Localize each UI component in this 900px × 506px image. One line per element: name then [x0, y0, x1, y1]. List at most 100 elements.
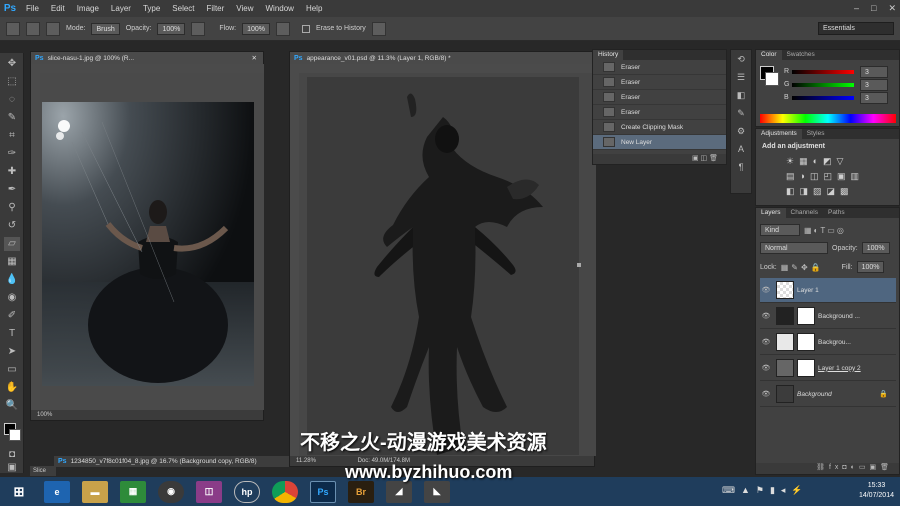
app-icon[interactable]: ◫ [196, 480, 222, 503]
red-value[interactable]: 3 [860, 65, 888, 78]
panel-icons[interactable]: ⟲ ☰ ◧ ✎ ⚙ A ¶ [731, 50, 751, 176]
tab-paths[interactable]: Paths [823, 208, 850, 218]
opacity-field[interactable]: 100% [157, 22, 186, 35]
maximize-button[interactable]: □ [871, 0, 876, 17]
canvas-area[interactable] [299, 73, 596, 456]
blue-value[interactable]: 3 [860, 91, 888, 104]
layer-row[interactable]: 👁 Background ... [760, 304, 896, 329]
hand-tool-icon[interactable]: ✋ [4, 381, 20, 395]
fill-field[interactable]: 100% [856, 261, 885, 273]
menu-layer[interactable]: Layer [105, 0, 137, 17]
layer-name[interactable]: Background [797, 391, 832, 398]
zoom-level[interactable]: 100% [37, 412, 52, 418]
layer-opacity-field[interactable]: 100% [861, 242, 890, 254]
menu-type[interactable]: Type [137, 0, 166, 17]
quick-mask-icon[interactable]: ◘ [4, 448, 20, 462]
history-item[interactable]: Eraser [593, 90, 726, 105]
mode-select[interactable]: Brush [91, 22, 120, 35]
type-tool-icon[interactable]: T [4, 327, 20, 341]
background-color-swatch[interactable] [9, 429, 21, 441]
history-item[interactable]: Eraser [593, 105, 726, 120]
lasso-tool-icon[interactable]: ◌ [4, 93, 20, 107]
screen-mode-icon[interactable]: ▣ [4, 461, 20, 475]
layers-footer-icons[interactable]: ⛓fx◘◐▭▣🗑 [756, 463, 899, 474]
bridge-taskbar-icon[interactable]: Br [348, 480, 374, 503]
blue-slider[interactable] [792, 95, 854, 100]
system-tray-icons[interactable]: ⌨▲⚑▮◂⚡ [722, 485, 809, 496]
zoom-tool-icon[interactable]: 🔍 [4, 399, 20, 413]
clock[interactable]: 15:33 14/07/2014 [859, 481, 894, 501]
start-button-icon[interactable]: ⊞ [6, 481, 32, 503]
background-color-chip[interactable] [765, 72, 779, 86]
tab-layers[interactable]: Layers [756, 208, 786, 218]
adjustment-icons[interactable]: ☀▦◐◩▽ ▤◑◫◰▣▥ ◧◨▨◪▩ [756, 154, 899, 199]
minimized-document[interactable]: Slice [30, 466, 56, 476]
menu-select[interactable]: Select [166, 0, 200, 17]
document-title-bar[interactable]: Ps slice-nasu-1.jpg @ 100% (R... ✕ [31, 52, 263, 64]
file-explorer-icon[interactable]: ▬ [82, 480, 108, 503]
zoom-level[interactable]: 11.28% [296, 458, 316, 464]
tab-adjustments[interactable]: Adjustments [756, 129, 802, 139]
menu-file[interactable]: File [20, 0, 45, 17]
red-slider[interactable] [792, 69, 854, 74]
flow-field[interactable]: 100% [242, 22, 270, 35]
brush-panel-icon[interactable] [46, 21, 60, 36]
layer-row[interactable]: 👁 Layer 1 [760, 278, 896, 303]
layer-name[interactable]: Backgrou... [818, 339, 851, 346]
menu-image[interactable]: Image [71, 0, 105, 17]
layer-row[interactable]: 👁 Background 🔒 [760, 382, 896, 407]
brush-size-icon[interactable] [26, 21, 40, 36]
history-footer-icons[interactable]: ▣ ◫ 🗑 [593, 154, 726, 164]
crop-tool-icon[interactable]: ⌗ [4, 129, 20, 143]
tab-color[interactable]: Color [756, 50, 782, 60]
visibility-eye-icon[interactable]: 👁 [760, 286, 772, 294]
close-button[interactable]: ✕ [888, 0, 896, 17]
tab-swatches[interactable]: Swatches [782, 50, 820, 60]
history-item-selected[interactable]: New Layer [593, 135, 726, 150]
pen-tool-icon[interactable]: ✐ [4, 309, 20, 323]
hp-icon[interactable]: hp [234, 480, 260, 503]
menu-view[interactable]: View [230, 0, 259, 17]
document-tab-minimized[interactable]: Ps 1234850_v7f8c01f04_8.jpg @ 16.7% (Bac… [54, 456, 289, 467]
pressure-opacity-icon[interactable] [191, 21, 206, 36]
layer-name[interactable]: Layer 1 copy 2 [818, 365, 861, 372]
color-spectrum-ramp[interactable] [760, 114, 896, 123]
document-close-icon[interactable]: ✕ [252, 54, 257, 62]
visibility-eye-icon[interactable]: 👁 [760, 312, 772, 320]
blur-tool-icon[interactable]: 💧 [4, 273, 20, 287]
internet-explorer-icon[interactable]: e [44, 480, 70, 503]
canvas-area[interactable] [40, 73, 264, 410]
media-app-icon[interactable]: ◉ [158, 480, 184, 503]
menu-filter[interactable]: Filter [201, 0, 231, 17]
history-item[interactable]: Create Clipping Mask [593, 120, 726, 135]
eraser-tool-icon[interactable]: ▱ [4, 237, 20, 251]
menu-help[interactable]: Help [300, 0, 328, 17]
tab-history[interactable]: History [593, 50, 624, 60]
layer-name[interactable]: Layer 1 [797, 287, 819, 294]
lock-icons[interactable]: ▦✎✥🔒 [781, 263, 824, 272]
brush-tool-icon[interactable]: ✒ [4, 183, 20, 197]
eraser-tool-preset-icon[interactable] [6, 21, 20, 36]
pressure-size-icon[interactable] [371, 21, 386, 36]
path-select-tool-icon[interactable]: ➤ [4, 345, 20, 359]
chrome-icon[interactable] [272, 480, 298, 503]
minimize-button[interactable]: – [854, 0, 859, 17]
erase-history-checkbox[interactable] [302, 24, 310, 33]
visibility-eye-icon[interactable]: 👁 [760, 364, 772, 372]
document-title-bar[interactable]: Ps appearance_v01.psd @ 11.3% (Layer 1, … [290, 52, 594, 64]
gradient-tool-icon[interactable]: ▦ [4, 255, 20, 269]
green-value[interactable]: 3 [860, 78, 888, 91]
excel-icon[interactable]: ▦ [120, 480, 146, 503]
history-item[interactable]: Eraser [593, 60, 726, 75]
visibility-eye-icon[interactable]: 👁 [760, 338, 772, 346]
blend-mode-select[interactable]: Normal [760, 242, 828, 254]
quick-select-tool-icon[interactable]: ✎ [4, 111, 20, 125]
marquee-tool-icon[interactable]: ⬚ [4, 75, 20, 89]
green-slider[interactable] [792, 82, 854, 87]
app-icon[interactable]: ◢ [386, 480, 412, 503]
history-item[interactable]: Eraser [593, 75, 726, 90]
layer-row[interactable]: 👁 Layer 1 copy 2 [760, 356, 896, 381]
app-icon[interactable]: ◣ [424, 480, 450, 503]
tab-styles[interactable]: Styles [802, 129, 830, 139]
layer-name[interactable]: Background ... [818, 313, 860, 320]
